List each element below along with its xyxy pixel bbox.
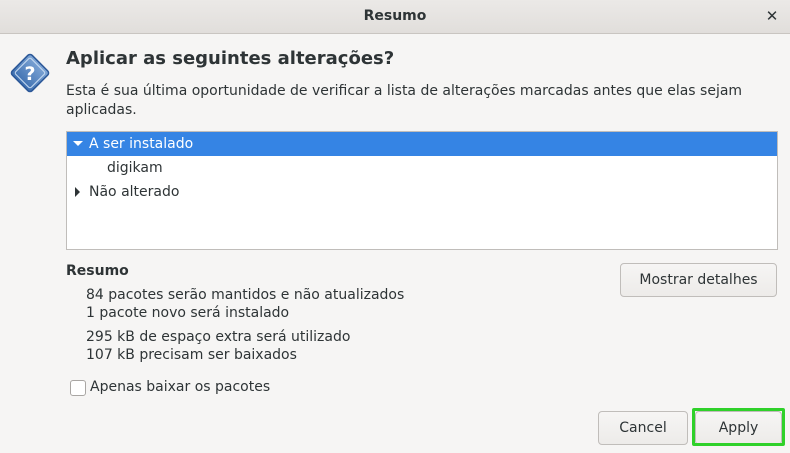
show-details-button[interactable]: Mostrar detalhes — [620, 263, 777, 297]
title-bar: Resumo ✕ — [0, 0, 790, 34]
summary-line: 295 kB de espaço extra será utilizado — [86, 329, 351, 345]
summary-line: 107 kB precisam ser baixados — [86, 347, 297, 363]
cancel-button[interactable]: Cancel — [598, 411, 688, 445]
tree-row-label: digikam — [107, 160, 163, 176]
summary-title: Resumo — [66, 263, 129, 279]
download-only-label[interactable]: Apenas baixar os pacotes — [90, 379, 270, 395]
dialog-heading: Aplicar as seguintes alterações? — [66, 48, 395, 69]
expander-closed-icon[interactable] — [73, 180, 85, 204]
summary-line: 1 pacote novo será instalado — [86, 305, 290, 321]
close-icon[interactable]: ✕ — [764, 6, 780, 26]
tree-row-package[interactable]: digikam — [67, 156, 777, 180]
expander-open-icon[interactable] — [72, 132, 84, 156]
tree-row-label: Não alterado — [89, 184, 180, 200]
tree-row-to-install[interactable]: A ser instalado — [67, 132, 777, 156]
question-icon: ? — [10, 53, 50, 93]
window-title: Resumo — [363, 8, 427, 24]
download-only-checkbox[interactable] — [70, 380, 86, 396]
apply-highlight-frame — [692, 408, 785, 446]
tree-row-label: A ser instalado — [89, 136, 194, 152]
changes-tree[interactable]: A ser instalado digikam Não alterado — [66, 131, 778, 250]
summary-line: 84 pacotes serão mantidos e não atualiza… — [86, 287, 405, 303]
svg-text:?: ? — [24, 63, 35, 85]
dialog-description: Esta é sua última oportunidade de verifi… — [66, 83, 743, 118]
tree-row-unchanged[interactable]: Não alterado — [67, 180, 777, 204]
